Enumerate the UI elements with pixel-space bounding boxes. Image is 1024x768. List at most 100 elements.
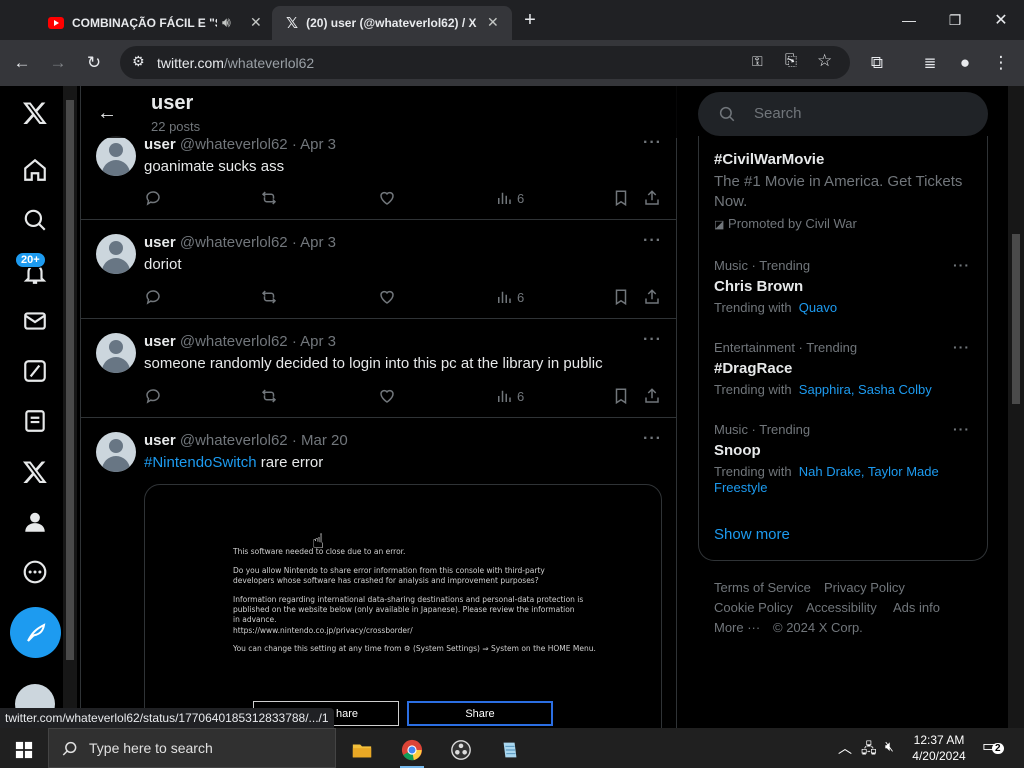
- trend-more-icon[interactable]: ···: [953, 421, 970, 437]
- avatar[interactable]: [96, 234, 136, 274]
- compose-post-button[interactable]: [10, 607, 61, 658]
- repost-icon[interactable]: [260, 189, 278, 207]
- avatar[interactable]: [96, 432, 136, 472]
- tweet-more-icon[interactable]: ···: [643, 430, 662, 448]
- menu-icon[interactable]: ⋮: [986, 48, 1016, 78]
- footer-terms-link[interactable]: Terms of Service: [714, 580, 811, 595]
- show-more-link[interactable]: Show more: [714, 526, 790, 543]
- trend-item[interactable]: Entertainment · Trending #DragRace Trend…: [699, 330, 987, 410]
- close-tab-icon[interactable]: ✕: [487, 14, 499, 31]
- reload-button[interactable]: ↻: [79, 48, 109, 78]
- footer-privacy-link[interactable]: Privacy Policy: [824, 580, 905, 595]
- error-line: developers whose software has crashed fo…: [233, 576, 539, 585]
- notepad-app-icon[interactable]: [490, 732, 530, 768]
- trend-meta: Music · Trending: [714, 422, 811, 437]
- bookmark-icon[interactable]: [612, 387, 630, 405]
- grok-icon[interactable]: [20, 356, 50, 386]
- forward-button[interactable]: →: [43, 48, 73, 78]
- close-window-button[interactable]: ✕: [978, 0, 1024, 40]
- like-heart-icon[interactable]: [378, 387, 396, 405]
- tweet-more-icon[interactable]: ···: [643, 331, 662, 349]
- bookmark-star-icon[interactable]: ☆: [817, 51, 832, 71]
- repost-icon[interactable]: [260, 288, 278, 306]
- file-explorer-icon[interactable]: [342, 732, 382, 768]
- avatar[interactable]: [96, 333, 136, 373]
- trend-item-promoted[interactable]: #CivilWarMovie The #1 Movie in America. …: [699, 136, 987, 236]
- explore-search-icon[interactable]: [20, 205, 50, 235]
- lists-icon[interactable]: [20, 406, 50, 436]
- profile-icon[interactable]: ●: [950, 48, 980, 78]
- network-icon[interactable]: 🖧︎: [861, 738, 877, 762]
- x-logo-icon: 𝕏: [286, 15, 299, 32]
- volume-muted-icon[interactable]: 🔇︎: [885, 738, 894, 755]
- like-heart-icon[interactable]: [378, 189, 396, 207]
- minimize-button[interactable]: —: [886, 0, 932, 40]
- notifications-center-icon[interactable]: ▭ 2: [982, 736, 1004, 756]
- views-chart[interactable]: 6: [495, 288, 524, 306]
- restore-button[interactable]: ❐: [932, 0, 978, 40]
- system-clock[interactable]: 12:37 AM 4/20/2024: [904, 732, 974, 764]
- share-icon[interactable]: [643, 189, 661, 207]
- tweet-more-icon[interactable]: ···: [643, 232, 662, 250]
- reply-icon[interactable]: [144, 387, 162, 405]
- premium-x-icon[interactable]: [20, 457, 50, 487]
- share-icon[interactable]: [643, 288, 661, 306]
- key-icon[interactable]: ⚿: [752, 53, 763, 70]
- page-scrollbar-thumb[interactable]: [1012, 234, 1020, 404]
- tweet[interactable]: user @whateverlol62 · Apr 3 someone rand…: [81, 319, 677, 418]
- home-icon[interactable]: [20, 155, 50, 185]
- views-chart[interactable]: 6: [495, 189, 524, 207]
- nav-scrollbar-thumb[interactable]: [66, 100, 74, 660]
- back-arrow-icon[interactable]: ←: [97, 102, 117, 125]
- avatar[interactable]: [96, 136, 136, 176]
- bookmark-icon[interactable]: [612, 288, 630, 306]
- new-tab-button[interactable]: +: [510, 0, 550, 40]
- extensions-icon[interactable]: ⧉: [862, 48, 892, 78]
- posts-count: 22 posts: [151, 119, 201, 134]
- footer-more-link[interactable]: More ···: [714, 620, 760, 635]
- obs-icon[interactable]: [441, 732, 481, 768]
- search-icon: [719, 106, 735, 122]
- nav-scrollbar[interactable]: [63, 86, 77, 728]
- trend-more-icon[interactable]: ···: [953, 339, 970, 355]
- chrome-icon[interactable]: [392, 732, 432, 768]
- messages-icon[interactable]: [20, 306, 50, 336]
- like-heart-icon[interactable]: [378, 288, 396, 306]
- profile-person-icon[interactable]: [20, 507, 50, 537]
- tweet[interactable]: user @whateverlol62 · Apr 3 doriot ··· 6: [81, 220, 677, 319]
- site-info-icon[interactable]: ⚙: [132, 53, 145, 70]
- footer-accessibility-link[interactable]: Accessibility: [806, 600, 877, 615]
- search-input[interactable]: Search: [698, 92, 988, 136]
- close-tab-icon[interactable]: ✕: [250, 14, 262, 31]
- url-text[interactable]: twitter.com/whateverlol62: [157, 55, 314, 71]
- footer-cookie-link[interactable]: Cookie Policy: [714, 600, 793, 615]
- start-button[interactable]: [4, 732, 44, 768]
- footer-ads-link[interactable]: Ads info: [893, 600, 940, 615]
- bookmark-icon[interactable]: [612, 189, 630, 207]
- address-bar[interactable]: ⚙ twitter.com/whateverlol62 ⚿ ⎘ ☆: [120, 46, 850, 79]
- media-control-icon[interactable]: ≣: [915, 48, 945, 78]
- back-button[interactable]: ←: [7, 48, 37, 78]
- install-app-icon[interactable]: ⎘: [785, 52, 797, 69]
- show-hidden-icons-chevron-icon[interactable]: ︿: [838, 738, 852, 758]
- share-icon[interactable]: [643, 387, 661, 405]
- profile-timeline: ← user 22 posts user @whateverlol62 · Ap…: [80, 86, 677, 728]
- clock-date: 4/20/2024: [912, 749, 966, 763]
- repost-icon[interactable]: [260, 387, 278, 405]
- reply-icon[interactable]: [144, 189, 162, 207]
- page-scrollbar[interactable]: [1008, 86, 1024, 728]
- taskbar-search-input[interactable]: Type here to search: [48, 728, 336, 768]
- reply-icon[interactable]: [144, 288, 162, 306]
- x-home-logo-icon[interactable]: [20, 98, 50, 128]
- more-options-icon[interactable]: [20, 557, 50, 587]
- audio-icon[interactable]: 🔊︎: [222, 14, 231, 31]
- tweet[interactable]: user @whateverlol62 · Mar 20 #NintendoSw…: [81, 418, 677, 728]
- trend-item[interactable]: Music · Trending Snoop Trending with Nah…: [699, 412, 987, 508]
- trend-item[interactable]: Music · Trending Chris Brown Trending wi…: [699, 248, 987, 328]
- views-chart[interactable]: 6: [495, 387, 524, 405]
- hashtag-link[interactable]: #NintendoSwitch: [144, 454, 257, 471]
- trend-more-icon[interactable]: ···: [953, 257, 970, 273]
- tab-youtube[interactable]: COMBINAÇÃO FÁCIL E "SA 🔊︎ ✕: [48, 6, 268, 40]
- tab-twitter[interactable]: 𝕏 (20) user (@whateverlol62) / X ✕: [272, 6, 512, 40]
- tweet-media-image[interactable]: This software needed to close due to an …: [144, 484, 662, 728]
